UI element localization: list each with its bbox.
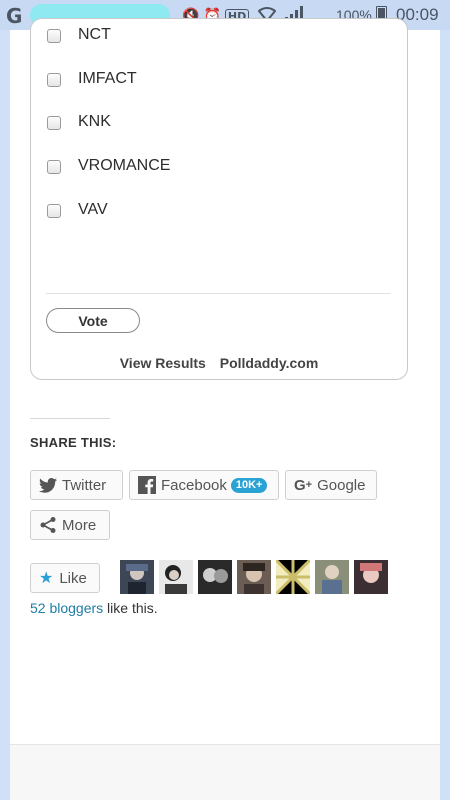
share-icon (39, 516, 57, 534)
view-results-link[interactable]: View Results (120, 355, 206, 371)
bloggers-like-text: 52 bloggers like this. (30, 600, 158, 616)
poll-option[interactable]: KNK (47, 111, 111, 135)
poll-option-label: NCT (78, 26, 111, 43)
polldaddy-link[interactable]: Polldaddy.com (220, 355, 319, 371)
facebook-count-badge: 10K+ (230, 477, 268, 493)
avatar[interactable] (198, 560, 232, 594)
footer-area (10, 745, 440, 800)
avatar[interactable] (354, 560, 388, 594)
poll-option[interactable]: NCT (47, 24, 111, 48)
facebook-share-button[interactable]: Facebook 10K+ (129, 470, 279, 500)
poll-checkbox[interactable] (47, 116, 61, 130)
poll-option[interactable]: IMFACT (47, 68, 137, 92)
avatar[interactable] (159, 560, 193, 594)
bloggers-link[interactable]: 52 bloggers (30, 600, 103, 616)
poll-option-label: VROMANCE (78, 157, 171, 174)
like-button[interactable]: ★ Like (30, 563, 100, 593)
twitter-icon (39, 477, 57, 493)
avatar[interactable] (120, 560, 154, 594)
vote-button[interactable]: Vote (46, 308, 140, 333)
avatar[interactable] (315, 560, 349, 594)
poll-checkbox[interactable] (47, 160, 61, 174)
poll-option-label: IMFACT (78, 70, 137, 87)
poll-checkbox[interactable] (47, 73, 61, 87)
poll-card: NCT IMFACT KNK VROMANCE VAV Vote View Re… (30, 18, 408, 380)
more-label: More (62, 516, 97, 534)
star-icon: ★ (39, 570, 54, 587)
poll-divider (46, 293, 391, 294)
google-plus-icon: G + (294, 476, 313, 494)
share-title: SHARE THIS: (30, 435, 117, 450)
poll-option-label: KNK (78, 113, 111, 130)
bloggers-suffix: like this. (103, 600, 158, 616)
poll-option-label: VAV (78, 201, 108, 218)
facebook-icon (138, 476, 156, 494)
twitter-label: Twitter (62, 476, 107, 494)
share-divider (30, 418, 110, 419)
poll-footer: View Results Polldaddy.com (31, 355, 407, 371)
poll-checkbox[interactable] (47, 204, 61, 218)
like-label: Like (59, 569, 87, 587)
more-share-button[interactable]: More (30, 510, 110, 540)
carrier-logo-icon: G (6, 4, 23, 28)
google-share-button[interactable]: G + Google (285, 470, 377, 500)
poll-option[interactable]: VAV (47, 199, 108, 223)
avatar[interactable] (276, 560, 310, 594)
facebook-label: Facebook (161, 476, 227, 494)
poll-option[interactable]: VROMANCE (47, 155, 170, 179)
google-label: Google (317, 476, 366, 494)
poll-checkbox[interactable] (47, 29, 61, 43)
avatar[interactable] (237, 560, 271, 594)
twitter-share-button[interactable]: Twitter (30, 470, 123, 500)
page-content: NCT IMFACT KNK VROMANCE VAV Vote View Re… (10, 18, 440, 800)
